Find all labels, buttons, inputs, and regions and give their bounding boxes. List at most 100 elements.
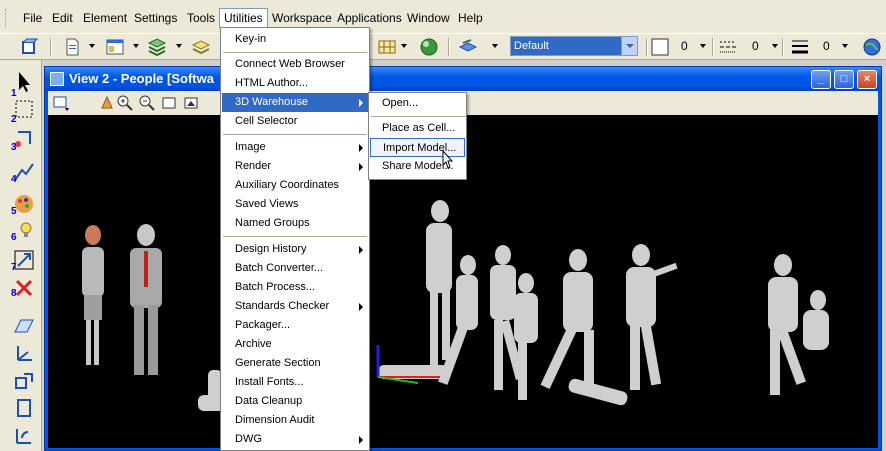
menu-item-generate-section[interactable]: Generate Section (222, 354, 368, 373)
reference-icon[interactable] (191, 37, 211, 57)
palette-number: 4 (11, 174, 17, 185)
menu-item-label: Image (235, 141, 266, 153)
toolbar-separator (646, 38, 648, 56)
menu-separator (223, 134, 367, 135)
bounding-box-icon[interactable] (12, 396, 36, 420)
axis-icon[interactable] (12, 342, 36, 366)
toolbar-separator (782, 38, 784, 56)
view-app-icon (50, 72, 64, 86)
toolbar-separator (50, 38, 52, 56)
mouse-cursor-icon (442, 150, 454, 169)
menu-item-label: Standards Checker (235, 300, 330, 312)
menu-item-label: Named Groups (235, 217, 310, 229)
menu-item-design-history[interactable]: Design History (222, 240, 368, 259)
menu-item-dimension-audit[interactable]: Dimension Audit (222, 411, 368, 430)
palette-number: 7 (11, 262, 17, 273)
zoom-in-icon[interactable] (116, 94, 134, 112)
submenu-item-open[interactable]: Open... (370, 94, 465, 113)
menu-item-data-cleanup[interactable]: Data Cleanup (222, 392, 368, 411)
menu-window[interactable]: Window (403, 9, 454, 27)
new-file-icon[interactable] (62, 37, 82, 57)
level-select-value: Default (514, 40, 549, 52)
view-menu-icon[interactable] (52, 94, 70, 112)
menu-tools[interactable]: Tools (183, 9, 219, 27)
menu-item-label: Archive (235, 338, 272, 350)
submenu-arrow-icon (359, 163, 363, 171)
menu-item-key-in[interactable]: Key-in (222, 30, 368, 49)
chevron-down-icon[interactable] (89, 44, 95, 48)
menu-item-label: Cell Selector (235, 115, 298, 127)
menu-item-connect-web-browser[interactable]: Connect Web Browser (222, 55, 368, 74)
level-select[interactable]: Default (510, 36, 638, 56)
levels-icon[interactable] (147, 37, 167, 57)
move-icon[interactable] (12, 370, 36, 394)
submenu-arrow-icon (359, 99, 363, 107)
chevron-down-icon[interactable] (700, 44, 706, 48)
fit-view-icon[interactable] (182, 94, 200, 112)
menu-item-cell-selector[interactable]: Cell Selector (222, 112, 368, 131)
menu-item-install-fonts[interactable]: Install Fonts... (222, 373, 368, 392)
color-swatch-icon[interactable] (650, 37, 670, 57)
menu-item-batch-process[interactable]: Batch Process... (222, 278, 368, 297)
chevron-down-icon[interactable] (842, 44, 848, 48)
menu-item-label: Data Cleanup (235, 395, 303, 407)
color-value: 0 (681, 39, 688, 53)
rotate-icon[interactable] (12, 424, 36, 448)
chevron-down-icon[interactable] (133, 44, 139, 48)
menu-item-3d-warehouse[interactable]: 3D Warehouse (222, 93, 368, 112)
menu-item-label: Install Fonts... (235, 376, 304, 388)
model-list-icon[interactable] (105, 37, 125, 57)
submenu-arrow-icon (359, 303, 363, 311)
menubar-grip[interactable] (5, 9, 8, 27)
level-display-icon[interactable] (458, 37, 478, 57)
minimize-button[interactable]: _ (811, 70, 831, 89)
menu-item-batch-converter[interactable]: Batch Converter... (222, 259, 368, 278)
menu-applications[interactable]: Applications (333, 9, 406, 27)
chevron-down-icon[interactable] (492, 44, 498, 48)
menu-item-image[interactable]: Image (222, 138, 368, 157)
menu-workspace[interactable]: Workspace (268, 9, 336, 27)
menu-item-dwg[interactable]: DWG (222, 430, 368, 449)
weight-value: 0 (823, 39, 830, 53)
chevron-down-icon[interactable] (401, 44, 407, 48)
maximize-button[interactable]: □ (834, 70, 854, 89)
menu-item-render[interactable]: Render (222, 157, 368, 176)
submenu-item-label: Place as Cell... (382, 122, 456, 134)
palette-number: 5 (11, 206, 17, 217)
globe-icon[interactable] (862, 37, 882, 57)
menu-edit[interactable]: Edit (48, 9, 77, 27)
chevron-down-icon[interactable] (621, 37, 637, 55)
window-area-icon[interactable] (160, 94, 178, 112)
menu-item-label: Packager... (235, 319, 291, 331)
menu-help[interactable]: Help (454, 9, 487, 27)
chevron-down-icon[interactable] (772, 44, 778, 48)
line-style-icon[interactable] (718, 37, 738, 57)
menu-file[interactable]: File (19, 9, 46, 27)
plane-icon[interactable] (12, 314, 36, 338)
palette-number: 3 (11, 142, 17, 153)
line-weight-icon[interactable] (790, 37, 810, 57)
view-title-bar[interactable]: View 2 - People [Softwa _ □ × (45, 67, 881, 91)
menu-item-auxiliary-coordinates[interactable]: Auxiliary Coordinates (222, 176, 368, 195)
menu-element[interactable]: Element (79, 9, 131, 27)
submenu-item-place-as-cell[interactable]: Place as Cell... (370, 119, 465, 138)
menu-item-html-author[interactable]: HTML Author... (222, 74, 368, 93)
menu-item-standards-checker[interactable]: Standards Checker (222, 297, 368, 316)
menu-item-label: Connect Web Browser (235, 58, 345, 70)
menu-item-saved-views[interactable]: Saved Views (222, 195, 368, 214)
menu-item-named-groups[interactable]: Named Groups (222, 214, 368, 233)
menu-item-label: Key-in (235, 33, 267, 45)
menu-utilities[interactable]: Utilities (219, 8, 268, 28)
menu-bar: File Edit Element Settings Tools Utiliti… (0, 0, 886, 34)
view-cube-icon[interactable] (19, 37, 39, 57)
zoom-out-icon[interactable] (138, 94, 156, 112)
close-button[interactable]: × (857, 70, 877, 89)
menu-item-label: DWG (235, 433, 262, 445)
grid-icon[interactable] (377, 37, 397, 57)
menu-settings[interactable]: Settings (130, 9, 181, 27)
render-sphere-icon[interactable] (419, 37, 439, 57)
menu-item-packager[interactable]: Packager... (222, 316, 368, 335)
update-view-icon[interactable] (98, 94, 116, 112)
menu-item-archive[interactable]: Archive (222, 335, 368, 354)
chevron-down-icon[interactable] (176, 44, 182, 48)
